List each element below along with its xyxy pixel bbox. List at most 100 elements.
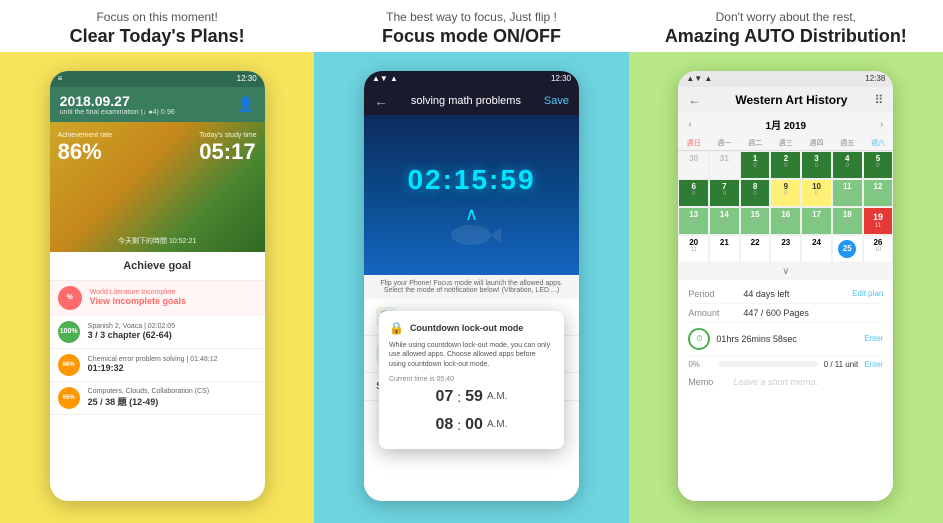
p1-achieve-btn[interactable]: Achieve goal [50,252,265,281]
p1-achievement-label: Achievement rate [58,132,112,139]
p3-day-10[interactable]: 100 [801,179,832,207]
p1-bottom-text: 今天剩下的時間 10:52:21 [118,236,196,246]
p1-achievement-box: Achievement rate 86% [58,132,112,165]
p2-header: ← solving math problems Save [364,87,579,115]
p3-weekday-thu: 週四 [801,136,832,150]
p1-task-circle-2: 65% [58,387,80,409]
p1-task-item-2: 65% Computers, Clouds, Collaboration (CS… [50,382,265,415]
p2-flip-notice: Flip your Phone! Focus mode will launch … [364,275,579,299]
p1-header: 2018.09.27 until the final examination (… [50,87,265,122]
header-title-1: Clear Today's Plans! [70,26,245,47]
p2-status-bar: ▲▼ ▲ 12:30 [364,71,579,87]
top-header: Focus on this moment! Clear Today's Plan… [0,0,943,52]
p3-weekday-fri: 週五 [832,136,863,150]
p1-task-text-0: Spanish 2, Voaca | 02:02:05 3 / 3 chapte… [88,323,257,340]
p3-edit-plan-btn[interactable]: Edit plan [852,289,883,298]
p3-back-icon[interactable]: ← [688,93,700,107]
p3-day-23[interactable]: 23 [770,235,801,263]
p3-day-16[interactable]: 160 [770,207,801,235]
p2-sep-1: : [457,389,461,405]
p1-header-left: 2018.09.27 until the final examination (… [60,93,175,116]
p3-day-13[interactable]: 130 [678,207,709,235]
p3-weekday-sat: 週六 [863,136,894,150]
p3-day-7[interactable]: 70 [709,179,740,207]
p3-expand-calendar-btn[interactable]: ∨ [678,263,893,280]
p1-avatar-icon: 👤 [237,96,254,113]
p3-status-time: 12:38 [865,74,885,83]
p3-day-11[interactable]: 110 [832,179,863,207]
p3-day-25-selected[interactable]: 25 [832,235,863,263]
p3-day-6[interactable]: 60 [678,179,709,207]
p3-day-1[interactable]: 10 [740,151,771,179]
p2-timer-display: 02:15:59 [407,164,535,196]
p1-signal-icon: ≡ [58,74,63,83]
p3-day-5[interactable]: 50 [863,151,894,179]
p3-next-month-icon[interactable]: › [880,119,883,130]
p3-day-18[interactable]: 180 [832,207,863,235]
p3-day-31[interactable]: 31 [709,151,740,179]
p3-calendar-grid: 30 31 10 20 30 40 50 60 70 80 90 100 110… [678,151,893,263]
main-content: ≡ 12:30 2018.09.27 until the final exami… [0,52,943,523]
header-section-2: The best way to focus, Just flip ! Focus… [314,10,628,47]
p3-day-14[interactable]: 140 [709,207,740,235]
p2-save-button[interactable]: Save [544,95,569,107]
header-title-3: Amazing AUTO Distribution! [665,26,907,47]
p1-goal-item: % World Literature Incomplete View incom… [50,281,265,316]
p3-day-15[interactable]: 150 [740,207,771,235]
p3-period-value: 44 days left [743,289,852,299]
p3-page-title: Western Art History [708,93,874,107]
p3-day-2[interactable]: 20 [770,151,801,179]
p3-prev-month-icon[interactable]: ‹ [688,119,691,130]
p3-day-4[interactable]: 40 [832,151,863,179]
p3-day-24[interactable]: 24 [801,235,832,263]
phone-2: ▲▼ ▲ 12:30 ← solving math problems Save … [364,71,579,501]
p3-weekday-tue: 週二 [740,136,771,150]
p1-goal-circle: % [58,286,82,310]
p3-amount-value: 447 / 600 Pages [743,308,883,318]
p2-status-time: 12:30 [551,74,571,83]
p3-progress-row: 0% 0 / 11 unit Enter [688,356,883,373]
p2-modal-title: Countdown lock-out mode [410,323,523,333]
header-section-1: Focus on this moment! Clear Today's Plan… [0,10,314,47]
p3-weekday-sun: 週日 [678,136,709,150]
p2-ampm-2: A.M. [487,419,508,430]
p3-progress-pct: 0% [688,360,713,369]
p3-day-19-today[interactable]: 1911 [863,207,894,235]
header-tagline-3: Don't worry about the rest, [716,10,856,24]
phone-wrap-1: ≡ 12:30 2018.09.27 until the final exami… [0,52,314,523]
header-tagline-1: Focus on this moment! [96,10,217,24]
p3-signal-icons: ▲▼ ▲ [686,74,712,83]
p1-task-text-2: Computers, Clouds, Collaboration (CS) 25… [88,388,257,408]
header-title-2: Focus mode ON/OFF [382,26,561,47]
p3-day-22[interactable]: 22 [740,235,771,263]
p3-timer-enter-btn[interactable]: Enter [864,334,883,343]
p1-task-text-1: Chemical error problem solving | 01:48:1… [88,356,257,373]
p3-progress-enter-btn[interactable]: Enter [864,360,883,369]
p3-header: ← Western Art History ⠿ [678,87,893,113]
p3-menu-icon[interactable]: ⠿ [875,93,884,107]
p3-day-3[interactable]: 30 [801,151,832,179]
p1-goal-title: World Literature Incomplete [90,289,257,296]
p3-day-26[interactable]: 2610 [863,235,894,263]
p2-sep-2: : [457,417,461,433]
p3-day-9[interactable]: 90 [770,179,801,207]
p2-back-icon[interactable]: ← [374,93,388,109]
p3-period-label: Period [688,289,743,299]
p3-memo-input[interactable]: Leave a short memo. [733,377,883,387]
p3-day-21[interactable]: 21 [709,235,740,263]
p3-timer-value: 01hrs 26mins 58sec [716,334,864,344]
p1-date: 2018.09.27 [60,93,175,109]
p3-day-17[interactable]: 170 [801,207,832,235]
p3-weekday-wed: 週三 [770,136,801,150]
p3-day-20[interactable]: 2011 [678,235,709,263]
p3-calendar-header: ‹ 1月 2019 › [678,113,893,136]
p2-lock-icon: 🔒 [389,321,404,335]
p1-goal-subtitle: View incomplete goals [90,296,257,306]
p3-day-8[interactable]: 80 [740,179,771,207]
p3-day-12[interactable]: 120 [863,179,894,207]
p3-info-section: Period 44 days left Edit plan Amount 447… [678,280,893,501]
p2-mins-1: 59 [465,388,483,406]
header-tagline-2: The best way to focus, Just flip ! [386,10,557,24]
phone-1: ≡ 12:30 2018.09.27 until the final exami… [50,71,265,501]
p3-day-30[interactable]: 30 [678,151,709,179]
